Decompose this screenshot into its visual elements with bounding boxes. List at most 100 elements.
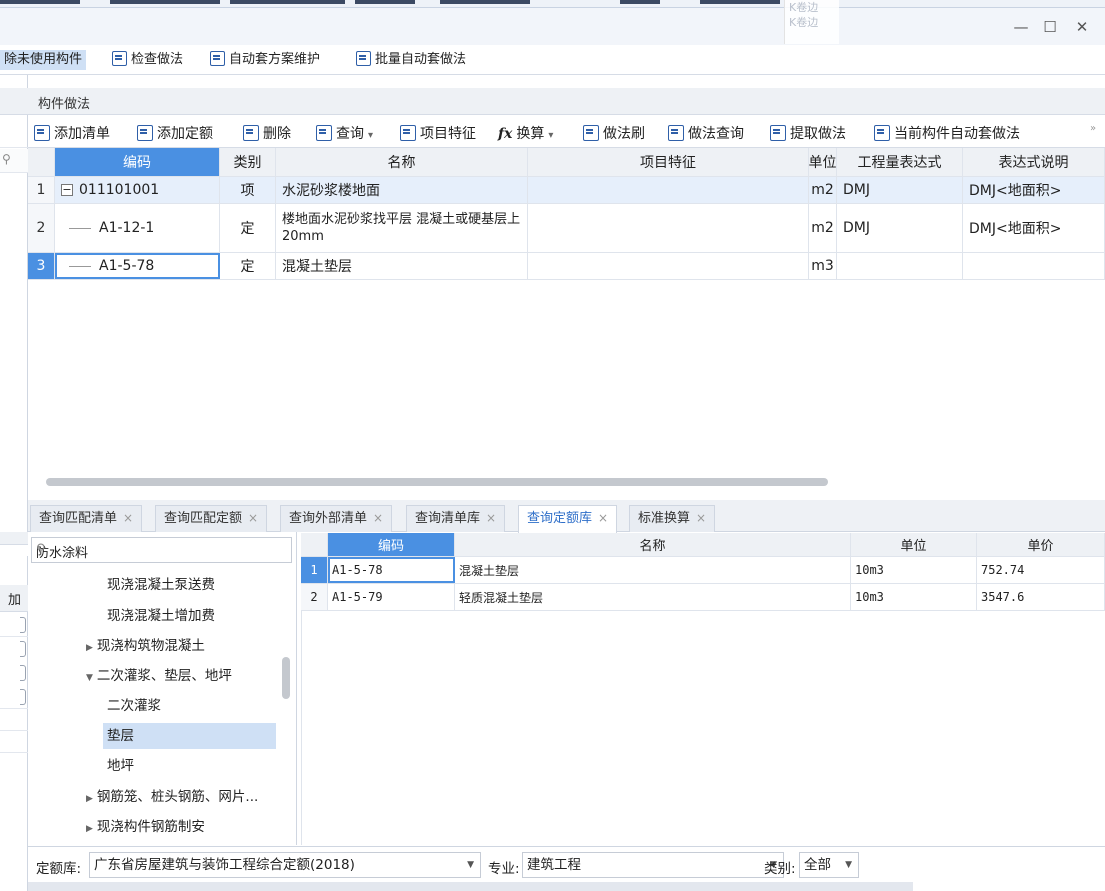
row-number[interactable]: 3: [28, 253, 55, 279]
library-select[interactable]: 广东省房屋建筑与装饰工程综合定额(2018) ▼: [89, 852, 481, 878]
row-number[interactable]: 1: [28, 177, 55, 203]
unit-cell[interactable]: 10m3: [851, 557, 977, 583]
row-number[interactable]: 2: [28, 204, 55, 252]
tree-item[interactable]: 二次灌浆: [107, 693, 161, 719]
close-icon[interactable]: ×: [598, 511, 608, 525]
column-header-type[interactable]: 类别: [220, 148, 276, 176]
expression-cell[interactable]: [837, 253, 963, 279]
extract-method-button[interactable]: 提取做法: [770, 123, 846, 143]
convert-dropdown[interactable]: fx 换算 ▾: [498, 123, 553, 143]
close-button[interactable]: ✕: [1071, 18, 1093, 38]
delete-button[interactable]: 删除: [243, 123, 291, 143]
close-icon[interactable]: ×: [486, 511, 496, 525]
horizontal-scrollbar[interactable]: [46, 478, 828, 486]
tab-match-list[interactable]: 查询匹配清单 ×: [30, 505, 143, 532]
tree-vertical-scrollbar[interactable]: [282, 657, 290, 699]
left-panel-checkbox[interactable]: [20, 665, 26, 681]
quota-table-row[interactable]: 2 A1-5-79 轻质混凝土垫层 10m3 3547.6: [301, 584, 1105, 611]
tab-list-library[interactable]: 查询清单库 ×: [406, 505, 506, 532]
column-header-unit[interactable]: 单位: [809, 148, 837, 176]
caret-right-icon[interactable]: ▶: [86, 824, 93, 834]
expression-desc-cell[interactable]: DMJ<地面积>: [963, 177, 1105, 203]
left-panel-checkbox[interactable]: [20, 641, 26, 657]
add-quota-button[interactable]: 添加定额: [137, 123, 213, 143]
column-header-feature[interactable]: 项目特征: [528, 148, 809, 176]
table-row[interactable]: 3 A1-5-78 定 混凝土垫层 m3: [28, 253, 1105, 280]
auto-scheme-maintain-button[interactable]: 自动套方案维护: [210, 50, 320, 70]
name-cell[interactable]: 轻质混凝土垫层: [455, 584, 851, 610]
expression-desc-cell[interactable]: DMJ<地面积>: [963, 204, 1105, 252]
quota-table-row[interactable]: 1 A1-5-78 混凝土垫层 10m3 752.74: [301, 557, 1105, 584]
code-cell[interactable]: A1-5-78: [55, 253, 220, 279]
tree-item-selected[interactable]: 垫层: [103, 723, 276, 749]
code-cell[interactable]: −011101001: [55, 177, 220, 203]
add-list-button[interactable]: 添加清单: [34, 123, 110, 143]
price-cell[interactable]: 3547.6: [977, 584, 1105, 610]
method-query-button[interactable]: 做法查询: [668, 123, 744, 143]
code-cell[interactable]: A1-5-79: [328, 584, 455, 610]
column-header-expression-desc[interactable]: 表达式说明: [963, 148, 1105, 176]
library-search-input[interactable]: 防水涂料 ⚲: [31, 537, 292, 563]
check-method-button[interactable]: 检查做法: [112, 50, 183, 70]
close-icon[interactable]: ×: [248, 511, 258, 525]
row-number[interactable]: 1: [301, 557, 328, 583]
column-header-code[interactable]: 编码: [328, 533, 455, 556]
column-header-unit[interactable]: 单位: [851, 533, 977, 556]
batch-auto-apply-button[interactable]: 批量自动套做法: [356, 50, 466, 70]
tab-quota-library[interactable]: 查询定额库 ×: [518, 505, 618, 533]
collapse-icon[interactable]: −: [61, 184, 73, 196]
left-panel-row[interactable]: [0, 613, 28, 637]
tree-item[interactable]: 现浇混凝土泵送费: [107, 572, 215, 598]
caret-right-icon[interactable]: ▶: [86, 643, 93, 653]
search-icon[interactable]: ⚲: [36, 542, 283, 557]
expression-cell[interactable]: DMJ: [837, 204, 963, 252]
row-number[interactable]: 2: [301, 584, 328, 610]
item-feature-button[interactable]: 项目特征: [400, 123, 476, 143]
maximize-button[interactable]: ☐: [1039, 18, 1061, 38]
feature-cell[interactable]: [528, 253, 809, 279]
query-dropdown[interactable]: 查询 ▾: [316, 123, 373, 143]
price-cell[interactable]: 752.74: [977, 557, 1105, 583]
left-panel-checkbox[interactable]: [20, 689, 26, 705]
name-cell[interactable]: 混凝土垫层: [276, 253, 528, 279]
name-cell[interactable]: 楼地面水泥砂浆找平层 混凝土或硬基层上 20mm: [276, 204, 528, 252]
tree-item[interactable]: 现浇混凝土增加费: [107, 603, 215, 629]
close-icon[interactable]: ×: [123, 511, 133, 525]
column-header-name[interactable]: 名称: [276, 148, 528, 176]
minimize-button[interactable]: —: [1010, 18, 1032, 38]
left-panel-search[interactable]: ⚲: [0, 149, 28, 173]
name-cell[interactable]: 混凝土垫层: [455, 557, 851, 583]
column-header-price[interactable]: 单价: [977, 533, 1105, 556]
caret-down-icon[interactable]: ▼: [86, 673, 93, 683]
column-header-expression[interactable]: 工程量表达式: [837, 148, 963, 176]
unit-cell[interactable]: m2: [809, 204, 837, 252]
left-panel-row[interactable]: [0, 637, 28, 661]
tree-item[interactable]: ▼ 二次灌浆、垫层、地坪: [86, 663, 232, 689]
tree-item[interactable]: 地坪: [107, 753, 134, 779]
tree-item[interactable]: ▶ 现浇构件钢筋制安: [86, 814, 205, 840]
code-cell[interactable]: A1-12-1: [55, 204, 220, 252]
name-cell[interactable]: 水泥砂浆楼地面: [276, 177, 528, 203]
method-brush-button[interactable]: 做法刷: [583, 123, 645, 143]
type-cell[interactable]: 定: [220, 253, 276, 279]
type-cell[interactable]: 定: [220, 204, 276, 252]
tree-item[interactable]: ▶ 现浇构筑物混凝土: [86, 633, 205, 659]
table-row[interactable]: 1 −011101001 项 水泥砂浆楼地面 m2 DMJ DMJ<地面积>: [28, 177, 1105, 204]
close-icon[interactable]: ×: [373, 511, 383, 525]
tree-item[interactable]: ▶ 钢筋笼、桩头钢筋、网片...: [86, 784, 258, 810]
specialty-select[interactable]: 建筑工程 ▼: [522, 852, 784, 878]
more-icon[interactable]: »: [1090, 123, 1096, 134]
tab-standard-convert[interactable]: 标准换算 ×: [629, 505, 716, 532]
unit-cell[interactable]: m3: [809, 253, 837, 279]
left-panel-row[interactable]: [0, 661, 28, 685]
category-select[interactable]: 全部 ▼: [799, 852, 859, 878]
remove-unused-components-button[interactable]: 除未使用构件: [0, 50, 87, 70]
left-panel-checkbox[interactable]: [20, 617, 26, 633]
close-icon[interactable]: ×: [696, 511, 706, 525]
unit-cell[interactable]: 10m3: [851, 584, 977, 610]
table-row[interactable]: 2 A1-12-1 定 楼地面水泥砂浆找平层 混凝土或硬基层上 20mm m2 …: [28, 204, 1105, 253]
auto-apply-current-button[interactable]: 当前构件自动套做法: [874, 123, 1020, 143]
left-panel-row[interactable]: [0, 685, 28, 709]
tab-match-quota[interactable]: 查询匹配定额 ×: [155, 505, 268, 532]
expression-desc-cell[interactable]: [963, 253, 1105, 279]
